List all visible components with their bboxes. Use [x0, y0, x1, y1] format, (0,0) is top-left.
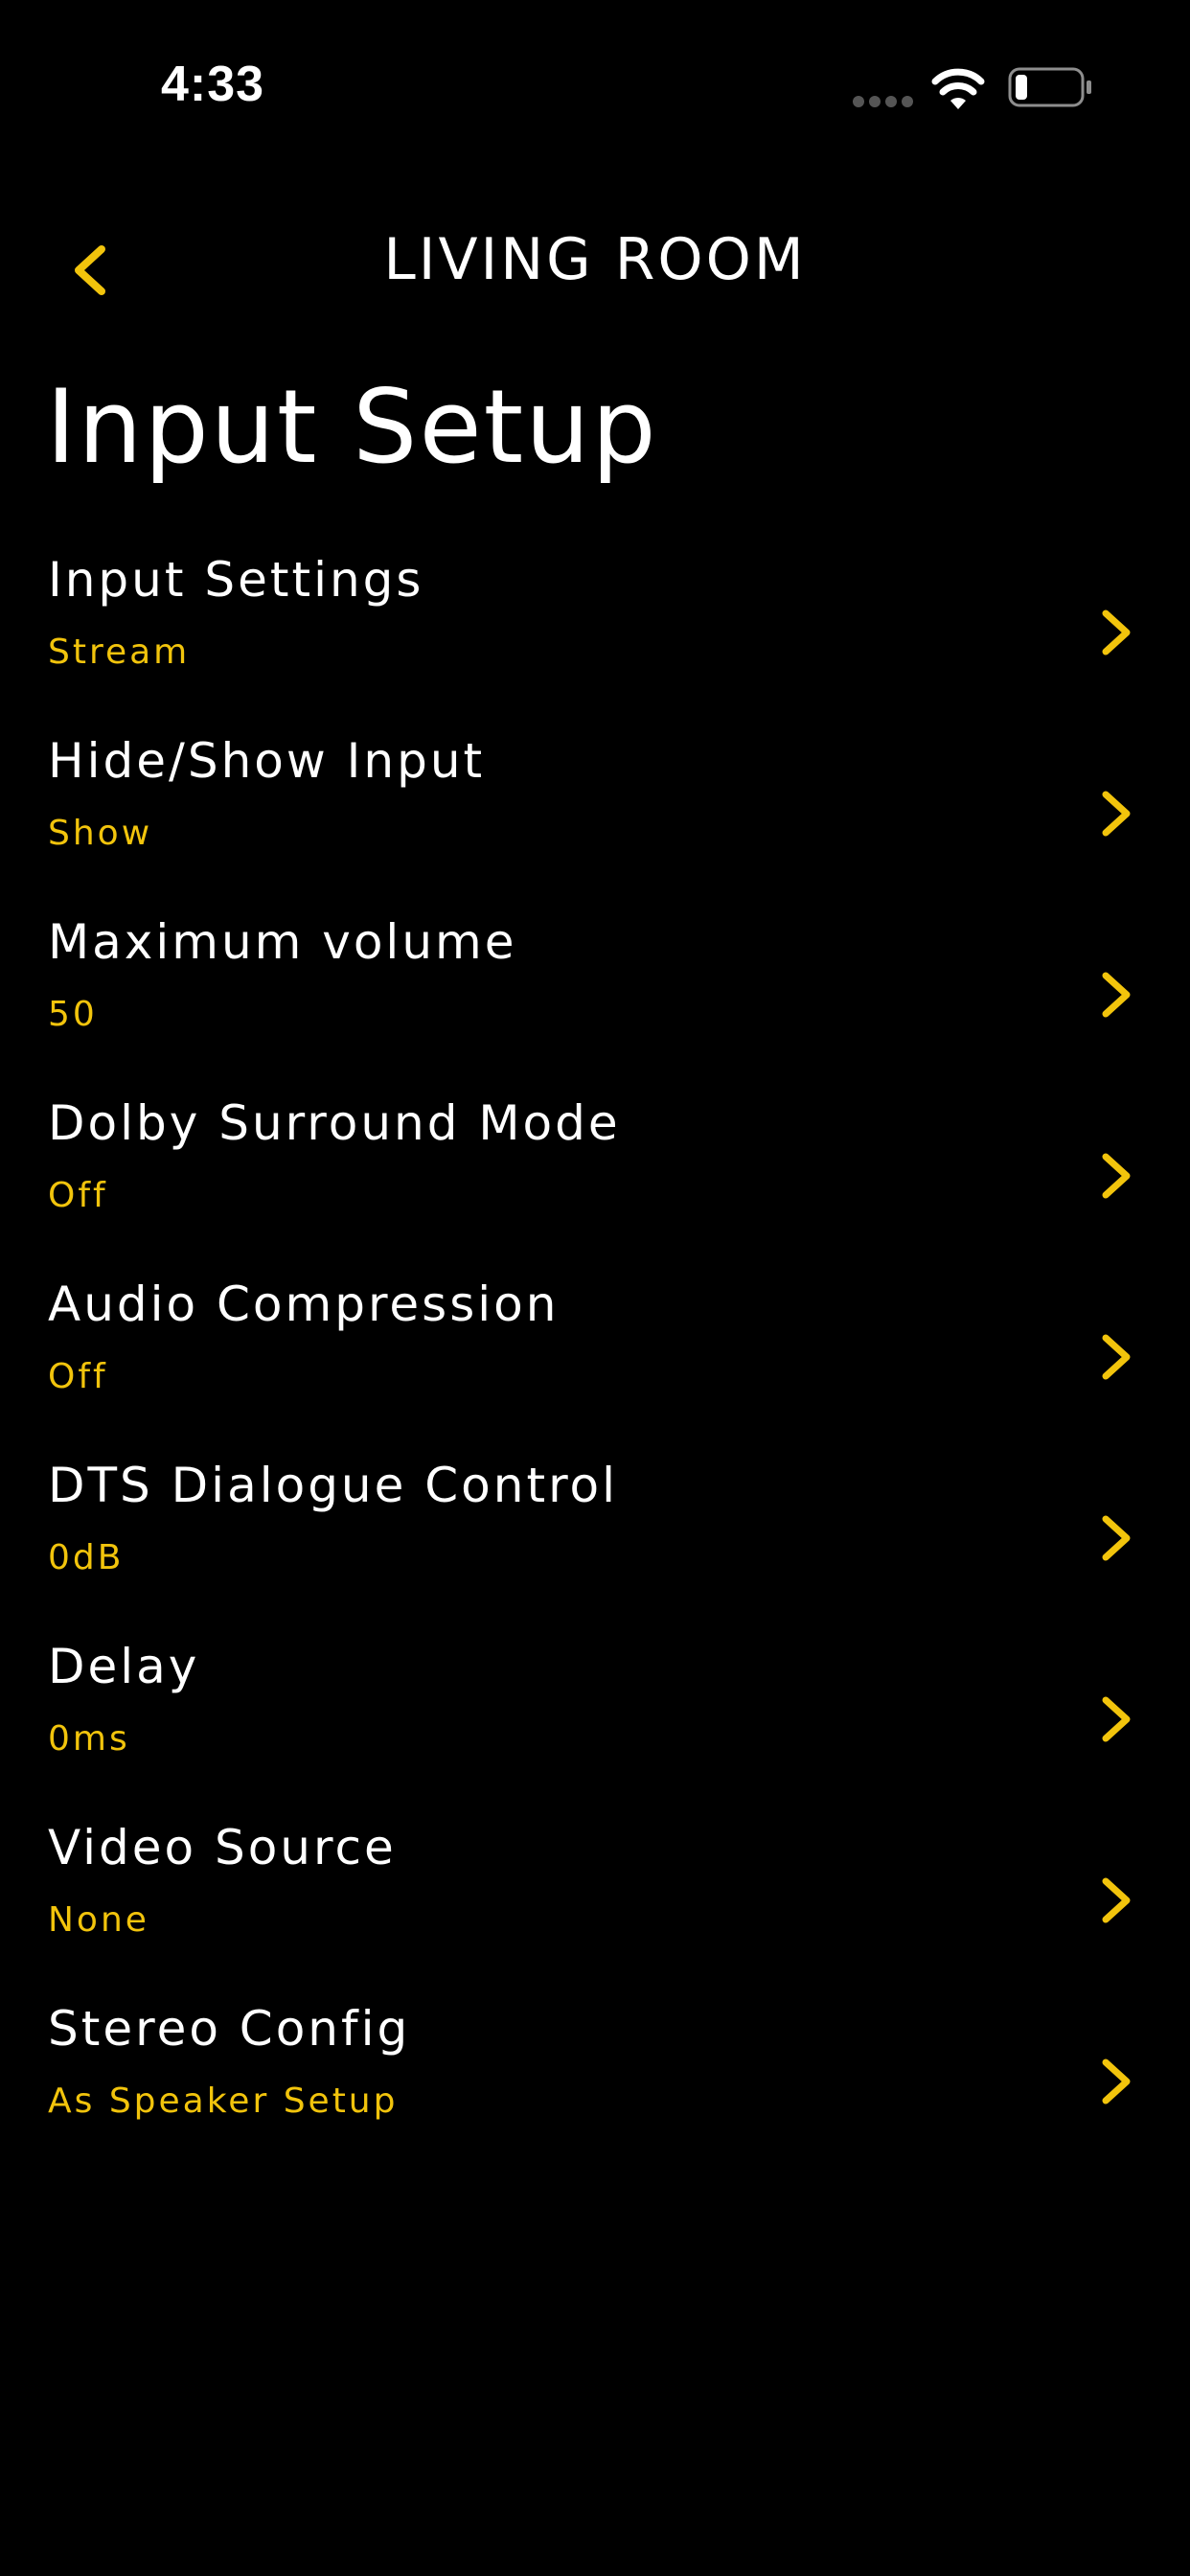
- setting-row-hide-show-input[interactable]: Hide/Show Input Show: [0, 725, 1190, 907]
- setting-row-stereo-config[interactable]: Stereo Config As Speaker Setup: [0, 1993, 1190, 2174]
- setting-value: 0ms: [48, 1719, 130, 1759]
- setting-value: Show: [48, 814, 153, 853]
- status-time: 4:33: [161, 57, 265, 112]
- setting-label: Maximum volume: [48, 914, 517, 970]
- setting-label: Video Source: [48, 1820, 397, 1875]
- setting-value: 0dB: [48, 1538, 125, 1577]
- setting-label: Input Settings: [48, 552, 424, 608]
- chevron-right-icon: [1090, 775, 1144, 852]
- chevron-right-icon: [1090, 1319, 1144, 1395]
- setting-value: As Speaker Setup: [48, 2082, 399, 2121]
- setting-label: DTS Dialogue Control: [48, 1458, 619, 1513]
- setting-value: Stream: [48, 632, 191, 672]
- setting-label: Audio Compression: [48, 1276, 560, 1332]
- chevron-right-icon: [1090, 1500, 1144, 1576]
- signal-dots-icon: [853, 96, 914, 109]
- settings-list: Input Settings Stream Hide/Show Input Sh…: [0, 544, 1190, 2174]
- chevron-right-icon: [1090, 2043, 1144, 2120]
- setting-label: Dolby Surround Mode: [48, 1095, 621, 1151]
- status-bar: 4:33: [0, 0, 1190, 172]
- nav-title: LIVING ROOM: [383, 226, 807, 293]
- page-title: Input Setup: [46, 368, 658, 486]
- setting-row-maximum-volume[interactable]: Maximum volume 50: [0, 907, 1190, 1088]
- setting-value: Off: [48, 1176, 108, 1215]
- setting-row-video-source[interactable]: Video Source None: [0, 1812, 1190, 1993]
- chevron-right-icon: [1090, 1862, 1144, 1939]
- chevron-right-icon: [1090, 1138, 1144, 1214]
- chevron-right-icon: [1090, 956, 1144, 1033]
- chevron-right-icon: [1090, 1681, 1144, 1758]
- setting-value: 50: [48, 995, 98, 1034]
- setting-label: Delay: [48, 1639, 200, 1694]
- battery-icon: [1008, 67, 1092, 107]
- setting-value: Off: [48, 1357, 108, 1396]
- setting-value: None: [48, 1900, 149, 1940]
- setting-row-dolby-surround-mode[interactable]: Dolby Surround Mode Off: [0, 1088, 1190, 1269]
- chevron-right-icon: [1090, 594, 1144, 671]
- setting-label: Stereo Config: [48, 2001, 411, 2057]
- setting-row-delay[interactable]: Delay 0ms: [0, 1631, 1190, 1812]
- navigation-bar: LIVING ROOM: [0, 211, 1190, 326]
- wifi-icon: [931, 67, 985, 111]
- setting-row-input-settings[interactable]: Input Settings Stream: [0, 544, 1190, 725]
- setting-label: Hide/Show Input: [48, 733, 486, 789]
- setting-row-audio-compression[interactable]: Audio Compression Off: [0, 1269, 1190, 1450]
- setting-row-dts-dialogue-control[interactable]: DTS Dialogue Control 0dB: [0, 1450, 1190, 1631]
